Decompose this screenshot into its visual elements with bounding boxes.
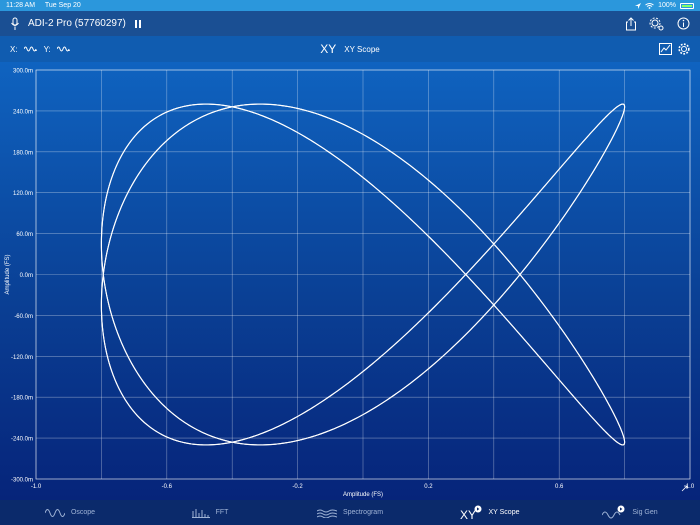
device-settings-icon[interactable] xyxy=(649,17,665,31)
info-icon[interactable] xyxy=(677,17,690,30)
x-tick-label: 0.6 xyxy=(555,484,564,490)
tab-sig-gen[interactable]: Sig Gen xyxy=(560,500,700,525)
share-icon[interactable] xyxy=(625,16,637,31)
tab-xy-scope[interactable]: XY XY Scope xyxy=(420,500,560,525)
tab-bar: Oscope FFT Spectrogram XY XY Scope Sig G… xyxy=(0,500,700,525)
y-tick-label: -240.0m xyxy=(11,437,33,443)
tab-label: Spectrogram xyxy=(342,509,384,516)
x-axis-label: Amplitude (FS) xyxy=(343,492,383,498)
y-axis-label: Amplitude (FS) xyxy=(5,254,11,294)
tab-label: XY Scope xyxy=(488,509,520,516)
y-tick-label: 180.0m xyxy=(13,150,33,156)
gear-icon[interactable] xyxy=(678,43,690,55)
tab-spectrogram[interactable]: Spectrogram xyxy=(280,500,420,525)
y-tick-label: -180.0m xyxy=(11,396,33,402)
nav-right xyxy=(625,16,690,31)
nav-left: ADI-2 Pro (57760297) xyxy=(10,17,142,31)
view-title-text: XY Scope xyxy=(344,44,380,54)
battery-icon xyxy=(680,2,694,9)
y-tick-label: -60.0m xyxy=(14,314,33,320)
tab-oscope[interactable]: Oscope xyxy=(0,500,140,525)
wifi-icon xyxy=(645,2,654,9)
y-tick-label: 120.0m xyxy=(13,191,33,197)
oscope-wave-icon xyxy=(44,508,65,518)
device-name[interactable]: ADI-2 Pro (57760297) xyxy=(28,18,126,29)
y-tick-label: 300.0m xyxy=(13,69,33,75)
svg-text:XY: XY xyxy=(460,508,476,521)
sig-gen-icon xyxy=(602,505,626,521)
channel-selectors: X: Y: xyxy=(10,45,71,54)
x-channel-label: X: xyxy=(10,44,18,54)
tab-label: Sig Gen xyxy=(632,509,658,516)
y-tick-label: 60.0m xyxy=(16,232,33,238)
microphone-icon[interactable] xyxy=(10,17,20,31)
y-channel-label: Y: xyxy=(43,44,51,54)
chart-icon[interactable] xyxy=(659,43,672,55)
y-tick-label: 240.0m xyxy=(13,109,33,115)
spectrogram-icon xyxy=(316,508,337,518)
location-icon xyxy=(635,2,642,9)
y-tick-label: 0.0m xyxy=(20,273,33,279)
status-bar: 11:28 AM Tue Sep 20 100% xyxy=(0,0,700,11)
view-title: XY XY Scope xyxy=(0,36,700,62)
status-time: 11:28 AM xyxy=(6,2,36,9)
xy-plot[interactable]: 300.0m 240.0m 180.0m 120.0m 60.0m 0.0m -60.0m -… xyxy=(0,62,700,500)
xy-glyph: XY xyxy=(320,42,337,56)
x-tick-label: 0.2 xyxy=(424,484,433,490)
x-tick-label: -0.6 xyxy=(162,484,173,490)
nav-bar: ADI-2 Pro (57760297) xyxy=(0,11,700,36)
fft-bars-icon xyxy=(191,508,210,518)
scope-toolbar: X: Y: XY XY Scope xyxy=(0,36,700,62)
status-left: 11:28 AM Tue Sep 20 xyxy=(6,2,89,9)
toolbar-right xyxy=(659,43,690,55)
app-root: 11:28 AM Tue Sep 20 100% ADI-2 Pro (5776… xyxy=(0,0,700,525)
tab-label: FFT xyxy=(215,509,229,516)
x-tick-label: -0.2 xyxy=(292,484,303,490)
y-tick-label: -300.0m xyxy=(11,478,33,484)
x-tick-label: -1.0 xyxy=(31,484,42,490)
status-date: Tue Sep 20 xyxy=(44,2,81,9)
x-channel-wave-icon[interactable] xyxy=(23,45,38,53)
xy-icon: XY xyxy=(460,505,482,521)
y-channel-wave-icon[interactable] xyxy=(56,45,71,53)
tab-label: Oscope xyxy=(70,509,96,516)
tab-fft[interactable]: FFT xyxy=(140,500,280,525)
y-tick-label: -120.0m xyxy=(11,355,33,361)
pause-icon[interactable] xyxy=(134,19,142,29)
battery-percent: 100% xyxy=(658,2,676,9)
status-right: 100% xyxy=(635,2,694,9)
xy-plot-svg: 300.0m 240.0m 180.0m 120.0m 60.0m 0.0m -60.0m -… xyxy=(5,69,695,499)
